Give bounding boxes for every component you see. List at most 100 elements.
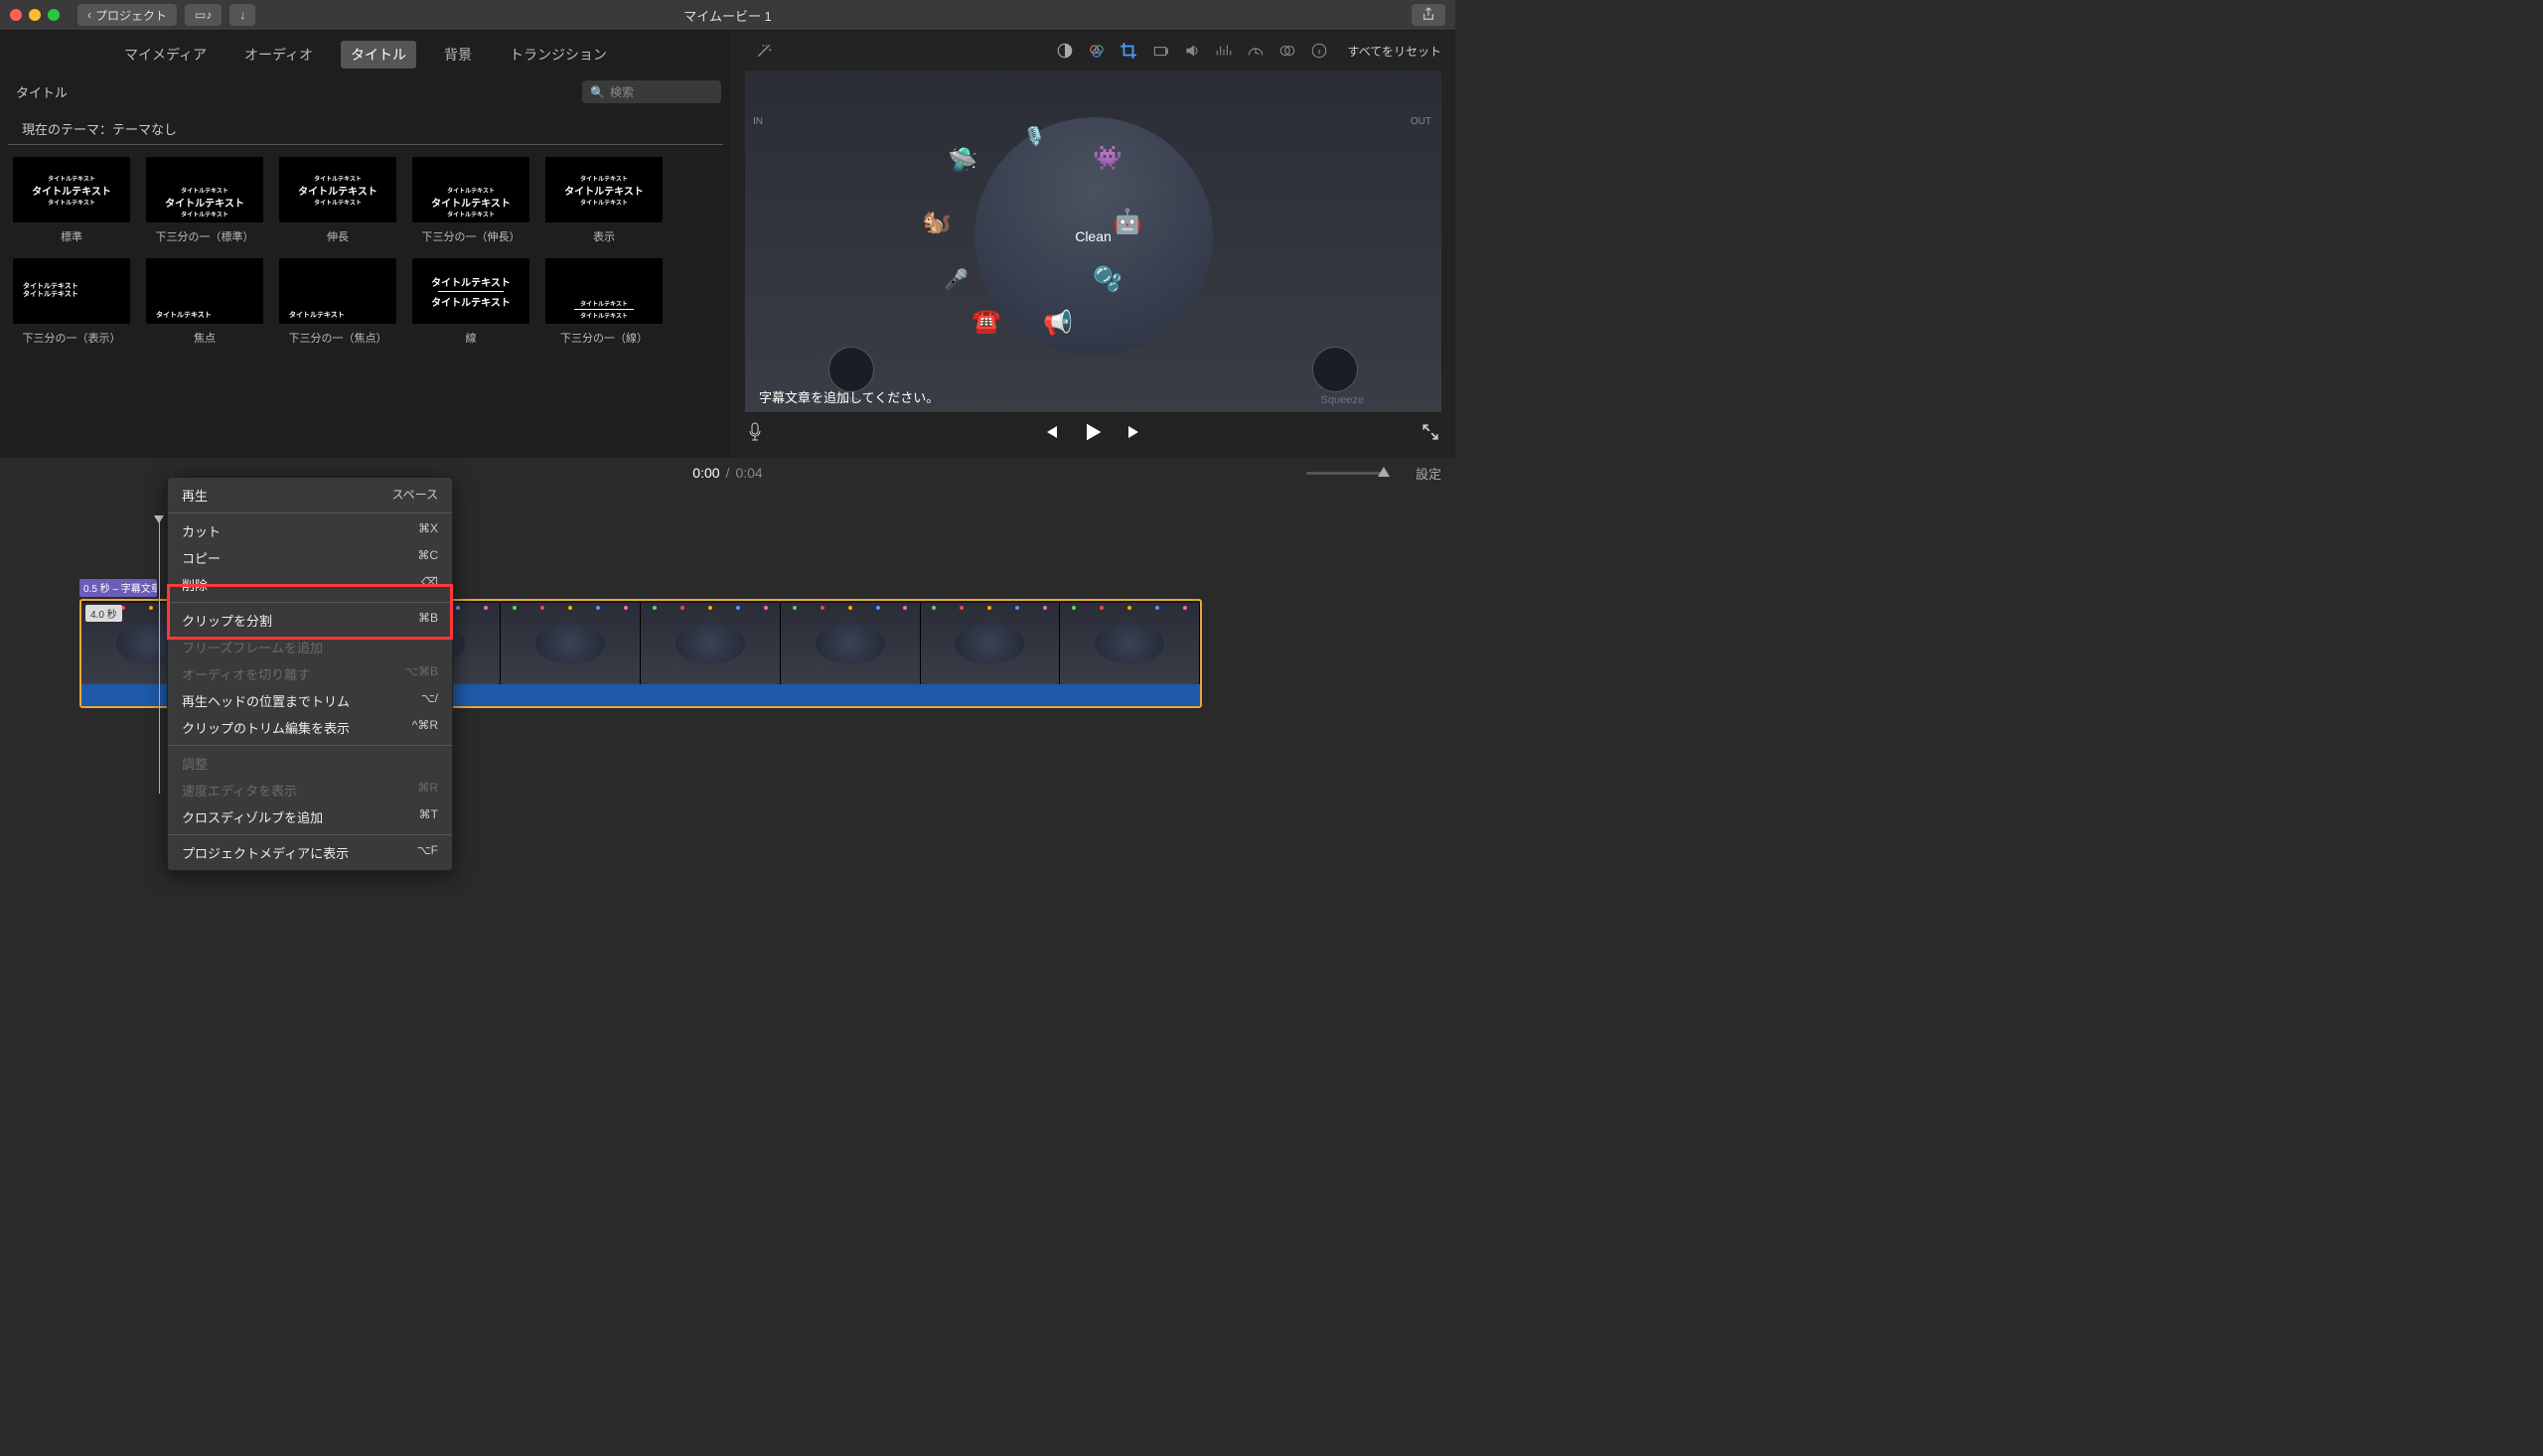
titlebar: ‹ プロジェクト ▭♪ ↓ マイムービー 1: [0, 0, 1455, 31]
current-time: 0:00: [692, 465, 719, 481]
menu-item[interactable]: コピー⌘C: [168, 544, 452, 571]
media-import-button[interactable]: ▭♪: [185, 4, 222, 26]
tab-my-media[interactable]: マイメディア: [114, 41, 217, 69]
media-tabs: マイメディア オーディオ タイトル 背景 トランジション: [0, 31, 731, 74]
browser-section-label: タイトル: [10, 82, 582, 101]
title-preset[interactable]: タイトルテキストタイトルテキストタイトルテキスト標準: [12, 157, 131, 244]
caption-text[interactable]: 字幕文章を追加してください。: [759, 387, 939, 406]
menu-item: 調整: [168, 750, 452, 777]
squirrel-icon: 🐿️: [922, 208, 952, 236]
info-icon[interactable]: [1310, 42, 1328, 60]
title-preset-label: 下三分の一（伸長）: [422, 228, 521, 244]
fullscreen-button[interactable]: [1421, 423, 1439, 444]
color-correction-icon[interactable]: [1088, 42, 1106, 60]
playhead[interactable]: [159, 521, 160, 794]
play-button[interactable]: [1081, 420, 1105, 447]
download-button[interactable]: ↓: [229, 4, 255, 26]
title-preset-label: 下三分の一（焦点）: [289, 330, 387, 346]
window-controls: [10, 9, 60, 21]
mic-icon: 🎙️: [1023, 126, 1045, 147]
title-preset[interactable]: タイトルテキストタイトルテキストタイトルテキスト下三分の一（伸長）: [411, 157, 530, 244]
menu-item[interactable]: カット⌘X: [168, 517, 452, 544]
title-preset[interactable]: タイトルテキストタイトルテキストタイトルテキスト伸長: [278, 157, 397, 244]
title-preset-label: 伸長: [327, 228, 349, 244]
transport-controls: [731, 412, 1455, 458]
volume-icon[interactable]: [1183, 42, 1201, 60]
crop-icon[interactable]: [1120, 42, 1137, 60]
title-preset[interactable]: タイトルテキストタイトルテキスト下三分の一（線）: [544, 258, 664, 346]
next-button[interactable]: [1124, 422, 1144, 445]
clip-thumbnail: [641, 603, 781, 684]
clip-thumbnail: [781, 603, 921, 684]
title-preset-label: 線: [466, 330, 477, 346]
tone-knob[interactable]: [828, 347, 874, 392]
menu-item[interactable]: クリップを分割⌘B: [168, 607, 452, 634]
context-menu: 再生スペースカット⌘Xコピー⌘C削除⌫クリップを分割⌘Bフリーズフレームを追加オ…: [167, 477, 453, 871]
menu-item[interactable]: プロジェクトメディアに表示⌥F: [168, 839, 452, 866]
title-preset[interactable]: タイトルテキストタイトルテキストタイトルテキスト下三分の一（標準）: [145, 157, 264, 244]
zoom-window[interactable]: [48, 9, 60, 21]
tab-transitions[interactable]: トランジション: [500, 41, 617, 69]
tab-titles[interactable]: タイトル: [341, 41, 416, 69]
share-button[interactable]: [1412, 4, 1445, 26]
viewer[interactable]: IN OUT Clean 🛸 🎙️ 👾 🐿️ 🤖 🎤 🫧 ☎️ 📢: [745, 71, 1441, 412]
title-preset-label: 標準: [61, 228, 82, 244]
clean-label: Clean: [1075, 228, 1112, 244]
magic-wand-icon[interactable]: [755, 42, 773, 60]
clip-thumbnail: [921, 603, 1061, 684]
menu-item: 速度エディタを表示⌘R: [168, 777, 452, 803]
menu-item[interactable]: 再生スペース: [168, 482, 452, 509]
noise-reduction-icon[interactable]: [1215, 42, 1233, 60]
reset-all-button[interactable]: すべてをリセット: [1348, 43, 1441, 60]
menu-separator: [168, 512, 452, 513]
menu-item: オーディオを切り離す⌥⌘B: [168, 660, 452, 687]
menu-item[interactable]: 再生ヘッドの位置までトリム⌥/: [168, 687, 452, 714]
menu-separator: [168, 745, 452, 746]
bubbles-icon: 🫧: [1093, 265, 1122, 294]
title-preset[interactable]: タイトルテキスト焦点: [145, 258, 264, 346]
menu-item[interactable]: クロスディゾルブを追加⌘T: [168, 803, 452, 830]
zoom-slider[interactable]: [1306, 472, 1386, 475]
out-label: OUT: [1411, 116, 1431, 127]
filter-icon[interactable]: [1278, 42, 1296, 60]
stabilize-icon[interactable]: [1151, 42, 1169, 60]
squeeze-knob[interactable]: [1312, 347, 1358, 392]
prev-button[interactable]: [1041, 422, 1061, 445]
clip-thumbnail: [501, 603, 641, 684]
color-balance-icon[interactable]: [1056, 42, 1074, 60]
search-input[interactable]: 🔍 検索: [582, 80, 721, 103]
clip-thumbnail: [1060, 603, 1200, 684]
minimize-window[interactable]: [29, 9, 41, 21]
title-clip[interactable]: 0.5 秒 – 字幕文章: [79, 579, 157, 597]
clip-duration-badge: 4.0 秒: [85, 605, 122, 622]
title-preset-label: 下三分の一（線）: [560, 330, 648, 346]
mic2-icon: 🎤: [944, 267, 969, 292]
project-title: マイムービー 1: [683, 6, 772, 25]
menu-separator: [168, 834, 452, 835]
download-icon: ↓: [239, 8, 245, 22]
title-preset[interactable]: タイトルテキストタイトルテキスト線: [411, 258, 530, 346]
title-preset[interactable]: タイトルテキストタイトルテキストタイトルテキスト表示: [544, 157, 664, 244]
search-placeholder: 検索: [610, 83, 634, 100]
theme-label: 現在のテーマ：テーマなし: [8, 109, 723, 145]
viewer-panel: すべてをリセット IN OUT Clean 🛸 🎙️ 👾 🐿️ 🤖 🎤 🫧: [731, 31, 1455, 458]
menu-item[interactable]: 削除⌫: [168, 571, 452, 598]
tab-audio[interactable]: オーディオ: [234, 41, 323, 69]
media-browser: マイメディア オーディオ タイトル 背景 トランジション タイトル 🔍 検索 現…: [0, 31, 731, 458]
speed-icon[interactable]: [1247, 42, 1265, 60]
timeline-settings[interactable]: 設定: [1416, 464, 1441, 483]
title-preset-label: 下三分の一（標準）: [156, 228, 254, 244]
title-preset[interactable]: タイトルテキストタイトルテキスト下三分の一（表示）: [12, 258, 131, 346]
close-window[interactable]: [10, 9, 22, 21]
title-preset[interactable]: タイトルテキスト下三分の一（焦点）: [278, 258, 397, 346]
squeeze-label: Squeeze: [1321, 394, 1364, 406]
menu-separator: [168, 602, 452, 603]
megaphone-icon: 📢: [1043, 309, 1073, 338]
back-to-projects[interactable]: ‹ プロジェクト: [77, 4, 177, 26]
menu-item[interactable]: クリップのトリム編集を表示^⌘R: [168, 714, 452, 741]
voiceover-button[interactable]: [747, 422, 763, 445]
title-grid: タイトルテキストタイトルテキストタイトルテキスト標準タイトルテキストタイトルテキ…: [0, 145, 731, 358]
tab-backgrounds[interactable]: 背景: [434, 41, 482, 69]
adjust-toolbar: すべてをリセット: [731, 31, 1455, 71]
filmstrip-icon: ▭♪: [195, 8, 212, 22]
